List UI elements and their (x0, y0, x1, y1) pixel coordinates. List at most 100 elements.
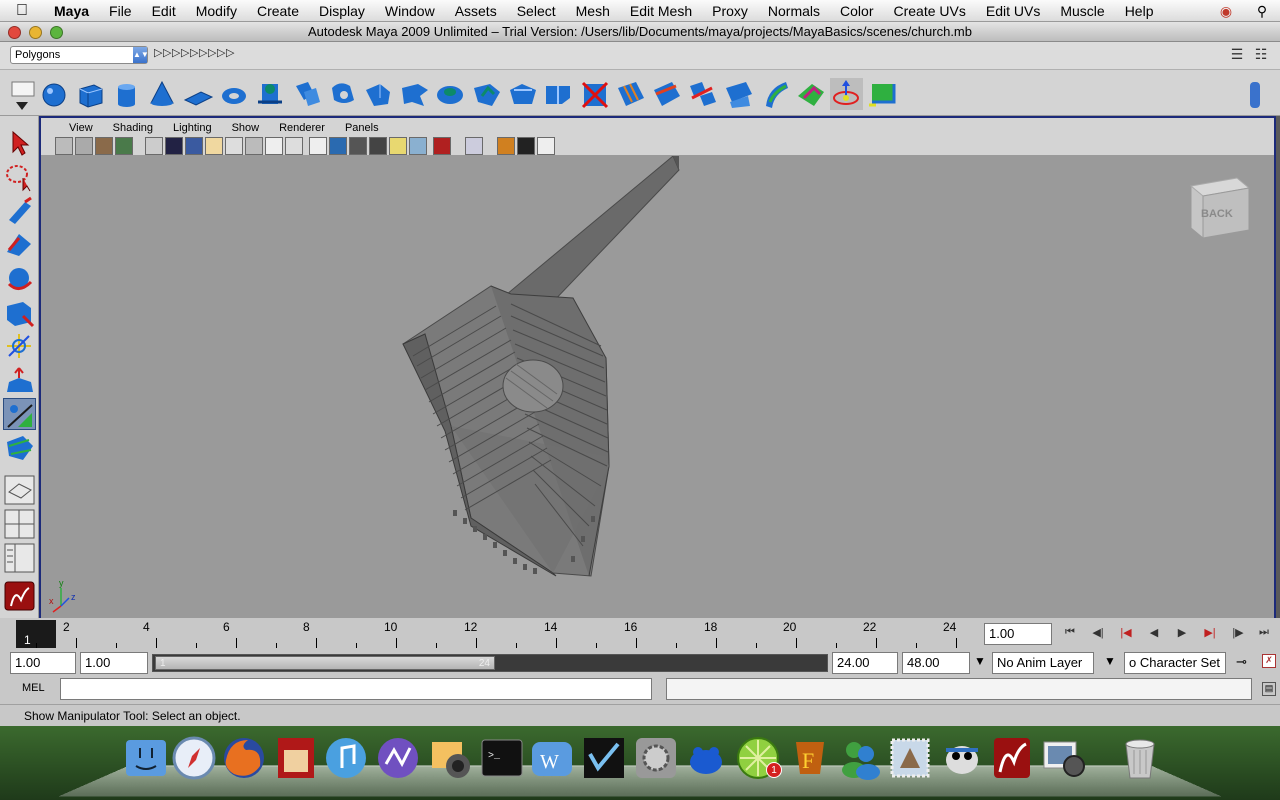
current-time-field[interactable]: 1.00 (984, 623, 1052, 645)
xray-icon[interactable] (433, 137, 451, 155)
bridge-icon[interactable] (434, 78, 467, 110)
poly-plane-icon[interactable] (182, 78, 215, 110)
time-slider[interactable]: 1 2 4 6 8 10 12 14 16 18 20 22 24 1.00 ⏮… (0, 618, 1280, 650)
universal-manipulator-icon[interactable] (3, 330, 36, 362)
menu-proxy[interactable]: Proxy (702, 0, 758, 22)
wedge-icon[interactable] (722, 78, 755, 110)
hq-rendering-icon[interactable] (497, 137, 515, 155)
status-line-collapse-handles[interactable]: ▷ ▷ ▷ ▷ ▷ ▷ ▷ ▷ ▷ (154, 46, 235, 59)
wireframe-on-shaded-icon[interactable] (349, 137, 367, 155)
lasso-tool-icon[interactable] (3, 160, 36, 192)
insert-edge-loop-icon[interactable] (614, 78, 647, 110)
combine-icon[interactable] (254, 78, 287, 110)
channel-box-icon[interactable]: ☷ (1252, 46, 1270, 64)
limewire-icon[interactable]: 1 (734, 734, 782, 782)
poly-cube-icon[interactable] (74, 78, 107, 110)
menu-set-dropdown[interactable]: Polygons ▲▼ (10, 46, 149, 64)
preview-icon[interactable] (1040, 734, 1088, 782)
text-toggle-icon[interactable] (285, 137, 303, 155)
soft-modification-icon[interactable] (3, 364, 36, 396)
panel-menu-shading[interactable]: Shading (103, 121, 163, 136)
anim-layer-field[interactable]: No Anim Layer (992, 652, 1094, 674)
menu-edit[interactable]: Edit (142, 0, 186, 22)
step-forward-key-icon[interactable]: ▶| (1200, 626, 1220, 642)
paint-select-tool-icon[interactable] (3, 194, 36, 226)
fill-hole-icon[interactable] (506, 78, 539, 110)
safari-icon[interactable] (170, 734, 218, 782)
shelf-scrollbar[interactable] (1250, 82, 1260, 108)
wireframe-icon[interactable] (309, 137, 327, 155)
play-backwards-icon[interactable]: ◀ (1144, 626, 1164, 642)
poly-sphere-icon[interactable] (38, 78, 71, 110)
sculpt-geometry-icon[interactable] (794, 78, 827, 110)
iphoto-icon[interactable] (426, 734, 474, 782)
select-camera-icon[interactable] (55, 137, 73, 155)
panel-menu-show[interactable]: Show (222, 121, 270, 136)
postage-icon[interactable] (886, 734, 934, 782)
poison-frog-icon[interactable] (682, 734, 730, 782)
poly-cylinder-icon[interactable] (110, 78, 143, 110)
range-slider-handle[interactable]: 1 24 (155, 656, 495, 670)
separate-icon[interactable] (290, 78, 323, 110)
menu-select[interactable]: Select (507, 0, 566, 22)
shield-icon[interactable]: ◉ (1208, 3, 1244, 20)
panel-menu-view[interactable]: View (59, 121, 103, 136)
menu-create[interactable]: Create (247, 0, 309, 22)
camera-tool-icon[interactable] (537, 137, 555, 155)
attribute-editor-icon[interactable]: ☰ (1228, 46, 1246, 64)
range-slider-track[interactable]: 1 24 (152, 654, 828, 672)
menu-window[interactable]: Window (375, 0, 445, 22)
play-forwards-icon[interactable]: ▶ (1172, 626, 1192, 642)
itunes-icon[interactable] (322, 734, 370, 782)
panel-menu-renderer[interactable]: Renderer (269, 121, 335, 136)
safe-action-icon[interactable] (245, 137, 263, 155)
script-editor-icon[interactable]: ▤ (1262, 682, 1276, 696)
menu-assets[interactable]: Assets (445, 0, 507, 22)
terminal-icon[interactable]: >_ (478, 734, 526, 782)
gametrak-icon[interactable] (374, 734, 422, 782)
step-back-key-icon[interactable]: |◀ (1116, 626, 1136, 642)
extract-icon[interactable] (326, 78, 359, 110)
offset-edge-loop-icon[interactable] (650, 78, 683, 110)
field-chart-icon[interactable] (225, 137, 243, 155)
menu-color[interactable]: Color (830, 0, 883, 22)
app-menu[interactable]: Maya (44, 0, 99, 22)
gate-mask-icon[interactable] (205, 137, 223, 155)
auto-key-icon[interactable]: ⊸ (1236, 654, 1247, 670)
shadows-icon[interactable] (409, 137, 427, 155)
show-manipulator-icon[interactable] (830, 78, 863, 110)
maya-dock-icon[interactable] (988, 734, 1036, 782)
isolate-select-icon[interactable] (465, 137, 483, 155)
flash-icon[interactable]: F (786, 734, 834, 782)
menu-edit-uvs[interactable]: Edit UVs (976, 0, 1050, 22)
shelf-menu-button[interactable] (8, 80, 36, 112)
frame-selection-icon[interactable] (517, 137, 535, 155)
minimize-window-button[interactable] (29, 26, 42, 39)
character-set-field[interactable]: o Character Set (1124, 652, 1226, 674)
menu-modify[interactable]: Modify (186, 0, 247, 22)
panel-menu-lighting[interactable]: Lighting (163, 121, 222, 136)
menu-create-uvs[interactable]: Create UVs (884, 0, 976, 22)
spotlight-search-icon[interactable]: ⚲ (1244, 3, 1280, 20)
anim-layer-menu-icon[interactable]: ▼ (974, 654, 990, 668)
command-input[interactable] (60, 678, 652, 700)
menu-normals[interactable]: Normals (758, 0, 830, 22)
end-time-field[interactable]: 48.00 (902, 652, 970, 674)
step-back-frame-icon[interactable]: ◀| (1088, 626, 1108, 642)
uv-editor-icon[interactable] (866, 78, 899, 110)
delete-edge-icon[interactable] (578, 78, 611, 110)
start-time-field[interactable]: 1.00 (10, 652, 76, 674)
playback-end-field[interactable]: 24.00 (832, 652, 898, 674)
bevel-icon[interactable] (758, 78, 791, 110)
film-gate-icon[interactable] (165, 137, 183, 155)
menu-mesh[interactable]: Mesh (566, 0, 620, 22)
smooth-shade-icon[interactable] (329, 137, 347, 155)
adium-icon[interactable] (938, 734, 986, 782)
smooth-icon[interactable] (362, 78, 395, 110)
scale-tool-icon[interactable] (3, 296, 36, 328)
command-language-label[interactable]: MEL (22, 682, 45, 694)
slide-edge-icon[interactable] (686, 78, 719, 110)
system-preferences-icon[interactable] (632, 734, 680, 782)
perspective-viewport[interactable]: x y z BACK persp (41, 155, 1274, 648)
poly-cone-icon[interactable] (146, 78, 179, 110)
